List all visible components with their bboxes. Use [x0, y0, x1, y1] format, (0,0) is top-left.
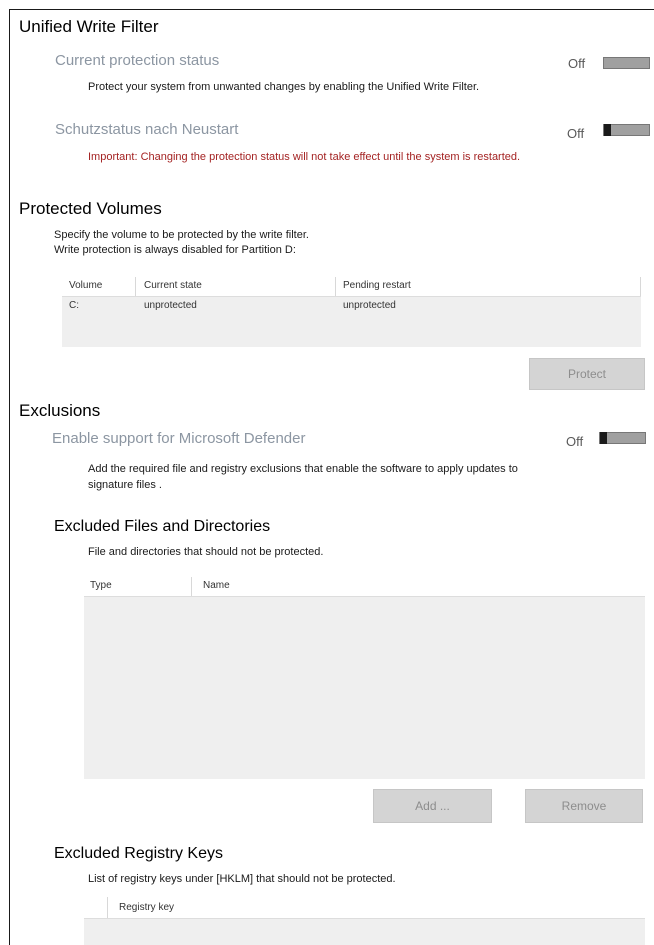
current-protection-state: Off: [568, 56, 586, 71]
exclusions-title: Exclusions: [19, 401, 101, 420]
volumes-partition-note: Write protection is always disabled for …: [54, 244, 296, 256]
toggle-knob: [600, 432, 607, 444]
table-row[interactable]: C: unprotected unprotected: [62, 297, 641, 315]
row-current-state: unprotected: [144, 300, 197, 311]
uwf-section-title: Unified Write Filter: [19, 17, 159, 36]
defender-description: Add the required file and registry exclu…: [88, 463, 518, 491]
excluded-files-description: File and directories that should not be …: [88, 546, 324, 558]
volumes-table: Volume Current state Pending restart C: …: [62, 277, 641, 347]
column-separator: [135, 277, 136, 296]
excluded-files-header: Type Name: [84, 577, 645, 597]
toggle-knob: [604, 124, 611, 136]
column-registry-key[interactable]: Registry key: [119, 902, 174, 913]
column-current-state[interactable]: Current state: [144, 280, 202, 291]
column-type[interactable]: Type: [90, 580, 112, 591]
protected-volumes-title: Protected Volumes: [19, 199, 162, 218]
column-separator: [191, 577, 192, 596]
current-protection-description: Protect your system from unwanted change…: [88, 81, 480, 93]
defender-support-label: Enable support for Microsoft Defender: [52, 430, 306, 447]
excluded-registry-header: Registry key: [84, 897, 645, 919]
defender-support-state: Off: [566, 434, 584, 449]
excluded-registry-description: List of registry keys under [HKLM] that …: [88, 873, 396, 885]
column-name[interactable]: Name: [203, 580, 230, 591]
protect-button[interactable]: Protect: [529, 358, 645, 390]
column-pending-restart[interactable]: Pending restart: [343, 280, 411, 291]
excluded-registry-title: Excluded Registry Keys: [54, 845, 223, 862]
current-protection-label: Current protection status: [55, 52, 220, 69]
volumes-instruction: Specify the volume to be protected by th…: [54, 229, 309, 241]
restart-protection-label: Schutzstatus nach Neustart: [55, 121, 239, 138]
add-exclusion-button[interactable]: Add ...: [373, 789, 492, 823]
defender-support-toggle[interactable]: [599, 432, 646, 444]
restart-warning: Important: Changing the protection statu…: [88, 151, 521, 163]
remove-exclusion-button[interactable]: Remove: [525, 789, 643, 823]
excluded-registry-table[interactable]: Registry key: [84, 897, 645, 945]
column-separator: [335, 277, 336, 296]
volumes-table-header: Volume Current state Pending restart: [62, 277, 641, 297]
column-separator: [640, 277, 641, 296]
excluded-files-title: Excluded Files and Directories: [54, 518, 271, 535]
restart-protection-toggle[interactable]: [603, 124, 650, 136]
row-pending-restart: unprotected: [343, 300, 396, 311]
restart-protection-state: Off: [567, 126, 585, 141]
column-separator: [107, 897, 108, 918]
excluded-files-table[interactable]: Type Name: [84, 577, 645, 779]
column-volume[interactable]: Volume: [69, 280, 102, 291]
row-volume: C:: [69, 300, 79, 311]
current-protection-toggle[interactable]: [603, 57, 650, 69]
